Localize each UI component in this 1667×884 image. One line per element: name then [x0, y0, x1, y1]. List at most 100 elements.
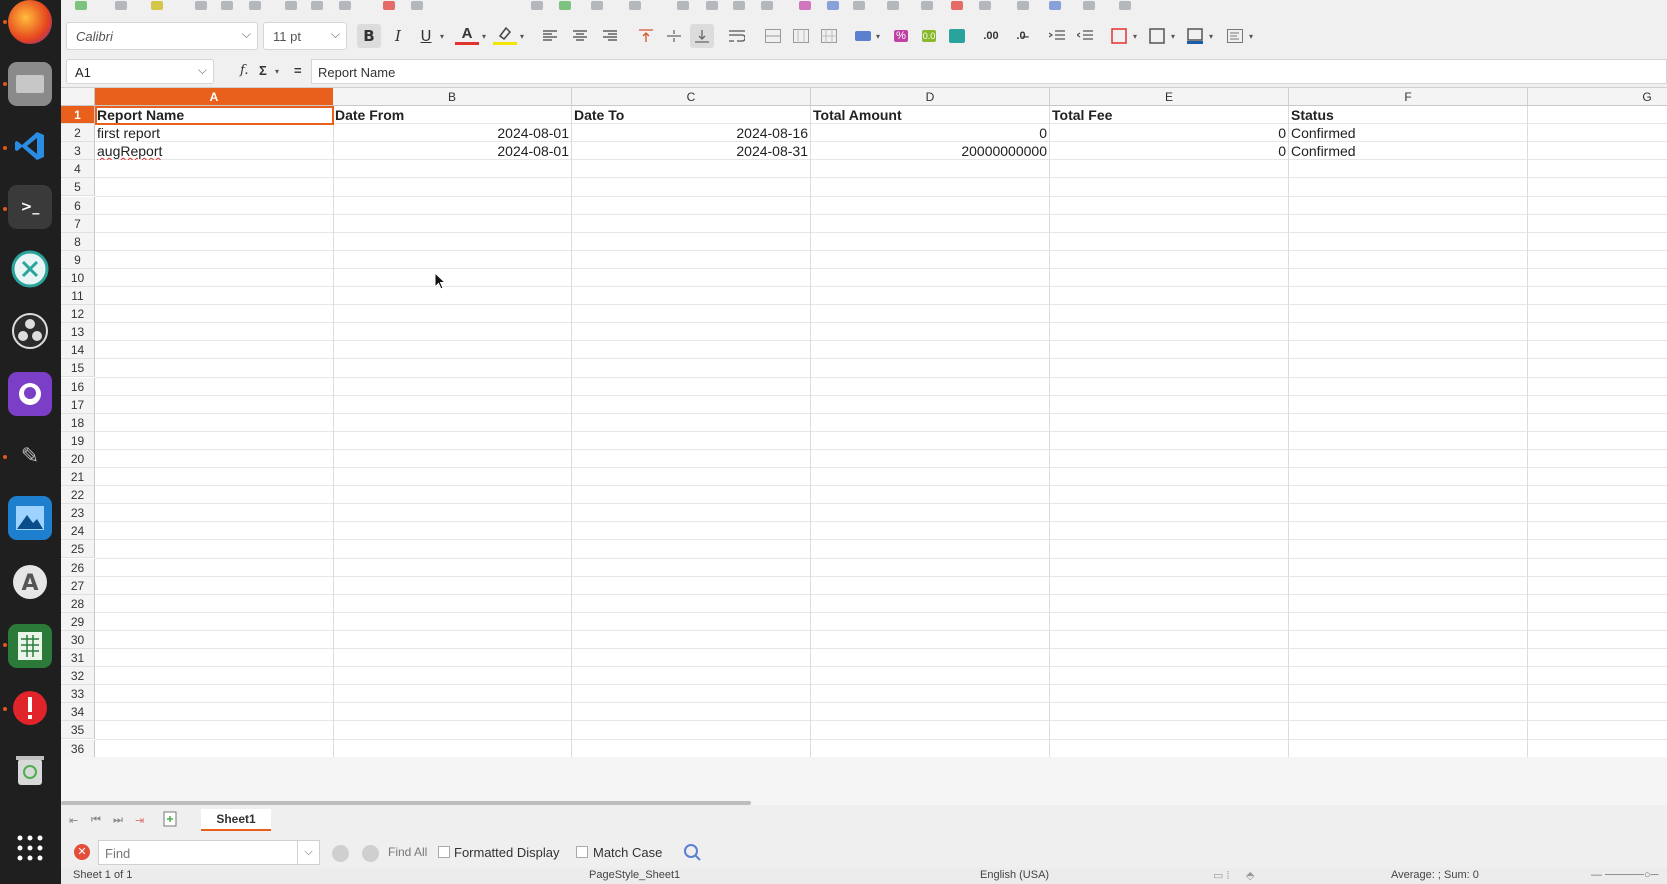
conditional-format-icon[interactable] — [1223, 24, 1247, 48]
first-sheet-icon[interactable]: ⇤ — [69, 814, 78, 827]
row-header[interactable]: 26 — [61, 558, 95, 577]
autofilter-icon[interactable] — [761, 1, 773, 10]
add-sheet-icon[interactable] — [163, 811, 177, 830]
sum-dropdown-icon[interactable]: ▾ — [275, 67, 279, 76]
row-header[interactable]: 30 — [61, 630, 95, 649]
chart-icon[interactable] — [827, 1, 839, 10]
row-header[interactable]: 7 — [61, 214, 95, 233]
currency-format-icon[interactable] — [851, 24, 875, 48]
chevron-down-icon[interactable]: ⌵ — [198, 63, 207, 78]
underline-dropdown-icon[interactable]: ▾ — [440, 32, 444, 41]
bold-button[interactable]: B — [357, 24, 381, 48]
borders-icon[interactable] — [1107, 24, 1131, 48]
data-cell[interactable]: 0 — [1050, 142, 1288, 160]
freeze-rows-icon[interactable] — [1049, 1, 1061, 10]
find-next-icon[interactable] — [362, 845, 379, 862]
next-sheet-icon[interactable]: ⏭ — [113, 814, 123, 827]
files-icon[interactable] — [8, 62, 52, 106]
column-icon[interactable] — [629, 1, 641, 10]
wrap-text-icon[interactable] — [725, 24, 749, 48]
copy-icon[interactable] — [311, 1, 323, 10]
row-header[interactable]: 18 — [61, 413, 95, 432]
data-cell[interactable]: 2024-08-01 — [333, 124, 571, 142]
spreadsheet-grid[interactable]: ABCDEFG 1 2 3 4 5 6 7 8 9 10 11 12 13 14 15 16 17 18 19 20 2… — [61, 88, 1667, 757]
cut-icon[interactable] — [285, 1, 297, 10]
border-style-icon[interactable] — [1145, 24, 1169, 48]
data-cell[interactable]: 20000000000 — [811, 142, 1049, 160]
chevron-down-icon[interactable]: ⌵ — [298, 840, 320, 865]
gimp-icon[interactable]: ✎ — [8, 434, 52, 478]
border-color-icon[interactable] — [1183, 24, 1207, 48]
percent-format-button[interactable]: % — [889, 24, 913, 48]
data-cell[interactable]: augReport — [95, 142, 333, 160]
zoom-slider[interactable]: — ─────○─ — [1591, 869, 1658, 881]
row-header[interactable]: 10 — [61, 268, 95, 287]
chevron-down-icon[interactable]: ⌵ — [242, 27, 251, 42]
row-header[interactable]: 31 — [61, 649, 95, 667]
previous-sheet-icon[interactable]: ⏮ — [91, 814, 101, 827]
currency-dropdown-icon[interactable]: ▾ — [876, 32, 880, 41]
column-header-g[interactable]: G — [1528, 88, 1667, 106]
delete-decimal-button[interactable]: .0̶ — [1009, 24, 1033, 48]
sort-ascending-icon[interactable] — [706, 1, 718, 10]
row-header[interactable]: 16 — [61, 377, 95, 396]
print-preview-icon[interactable] — [249, 1, 261, 10]
split-window-icon[interactable] — [1083, 1, 1095, 10]
highlight-dropdown-icon[interactable]: ▾ — [520, 32, 524, 41]
page-style[interactable]: PageStyle_Sheet1 — [589, 869, 680, 881]
calc-icon[interactable] — [8, 624, 52, 668]
print-icon[interactable] — [221, 1, 233, 10]
find-replace-icon[interactable] — [531, 1, 543, 10]
row-header[interactable]: 34 — [61, 703, 95, 722]
unmerge-cells-icon[interactable] — [817, 24, 841, 48]
header-cell[interactable]: Report Name — [95, 106, 333, 124]
row-header[interactable]: 35 — [61, 721, 95, 740]
clear-format-icon[interactable] — [411, 1, 423, 10]
merge-cells-icon[interactable] — [789, 24, 813, 48]
row-header[interactable]: 29 — [61, 612, 95, 631]
sum-button[interactable]: Σ — [259, 63, 267, 78]
header-cell[interactable]: Status — [1289, 106, 1527, 124]
add-decimal-button[interactable]: .00 — [979, 24, 1003, 48]
clone-format-icon[interactable] — [383, 1, 395, 10]
remote-desktop-icon[interactable] — [8, 247, 52, 291]
number-format-button[interactable]: 0.0 — [917, 24, 941, 48]
firefox-icon[interactable] — [8, 0, 52, 44]
formatted-display-checkbox[interactable] — [438, 846, 450, 858]
row-header[interactable]: 33 — [61, 685, 95, 704]
data-cell[interactable]: 2024-08-31 — [572, 142, 810, 160]
image-viewer-icon[interactable] — [8, 496, 52, 540]
row-header[interactable]: 14 — [61, 341, 95, 360]
open-icon[interactable] — [115, 1, 127, 10]
borders-dropdown-icon[interactable]: ▾ — [1133, 32, 1137, 41]
row-header[interactable]: 1 — [61, 106, 95, 124]
sort-icon[interactable] — [677, 1, 689, 10]
row-header[interactable]: 5 — [61, 178, 95, 197]
new-icon[interactable] — [75, 1, 87, 10]
underline-button[interactable]: U — [414, 24, 438, 48]
formula-input[interactable]: Report Name — [311, 59, 1667, 84]
border-color-dropdown-icon[interactable]: ▾ — [1209, 32, 1213, 41]
align-center-icon[interactable] — [568, 24, 592, 48]
column-header-a[interactable]: A — [95, 88, 334, 106]
formula-equals-button[interactable]: = — [294, 63, 302, 78]
data-cell[interactable]: 0 — [811, 124, 1049, 142]
selection-mode-icon[interactable]: ▭ ⁞ — [1213, 869, 1230, 882]
find-replace-dialog-icon[interactable] — [682, 842, 702, 865]
find-input[interactable]: Find — [98, 840, 298, 865]
row-icon[interactable] — [591, 1, 603, 10]
find-all-button[interactable]: Find All — [388, 845, 427, 859]
vscode-icon[interactable] — [8, 124, 52, 168]
column-header-f[interactable]: F — [1289, 88, 1528, 106]
merge-center-icon[interactable] — [761, 24, 785, 48]
row-header[interactable]: 17 — [61, 395, 95, 414]
align-left-icon[interactable] — [538, 24, 562, 48]
row-header[interactable]: 15 — [61, 359, 95, 378]
obs-icon[interactable] — [8, 309, 52, 353]
select-all-corner[interactable] — [61, 88, 95, 106]
sheet-tab[interactable]: Sheet1 — [201, 809, 271, 831]
font-size-combo[interactable]: 11 pt ⌵ — [263, 22, 347, 50]
column-header-b[interactable]: B — [333, 88, 572, 106]
row-header[interactable]: 19 — [61, 431, 95, 450]
row-header[interactable]: 13 — [61, 323, 95, 342]
